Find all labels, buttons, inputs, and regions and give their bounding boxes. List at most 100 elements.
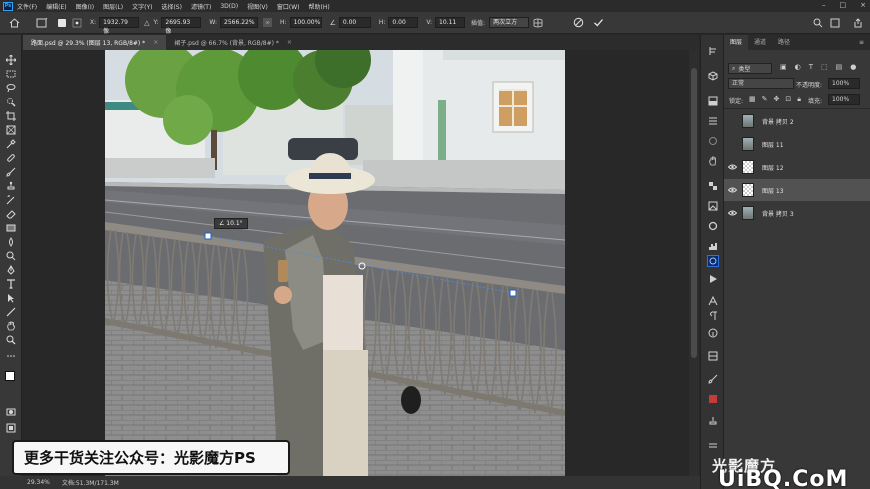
history-panel-icon[interactable]	[707, 45, 719, 57]
move-tool-icon[interactable]	[4, 55, 18, 65]
workspace-icon[interactable]	[830, 18, 840, 28]
tab-close-icon[interactable]: ×	[287, 39, 292, 46]
crop-tool-icon[interactable]	[4, 111, 18, 121]
document-image[interactable]	[23, 50, 689, 476]
clone-stamp-tool-icon[interactable]	[4, 181, 18, 191]
tab-paths[interactable]: 路径	[772, 35, 796, 50]
healing-brush-tool-icon[interactable]	[4, 153, 18, 163]
lock-artboard-icon[interactable]: ⊡	[785, 95, 791, 104]
maximize-icon[interactable]: □	[840, 1, 847, 9]
quick-mask-icon[interactable]	[4, 407, 18, 417]
layer-name[interactable]: 背景 拷贝 2	[762, 117, 794, 126]
lock-transparent-icon[interactable]: ▦	[749, 95, 756, 104]
menu-3d[interactable]: 3D(D)	[220, 3, 238, 10]
marquee-tool-icon[interactable]	[4, 69, 18, 79]
info-panel-icon[interactable]	[707, 327, 719, 339]
eye-icon[interactable]	[724, 179, 740, 201]
menu-type[interactable]: 文字(Y)	[132, 2, 152, 11]
eraser-tool-icon[interactable]	[4, 209, 18, 219]
tab-close-icon[interactable]: ×	[153, 39, 158, 46]
lasso-tool-icon[interactable]	[4, 83, 18, 93]
share-icon[interactable]	[853, 18, 863, 28]
tab-skirt-psd[interactable]: 裙子.psd @ 66.7% (背景, RGB/8#) * ×	[166, 35, 300, 50]
filter-smart-icon[interactable]: ▤	[836, 63, 843, 71]
layer-filter-select[interactable]: ⌕ 类型	[728, 63, 772, 74]
canvas-area[interactable]: ∠ 10.1°	[23, 50, 689, 476]
layer-visibility-toggle[interactable]	[724, 110, 740, 132]
home-icon[interactable]	[9, 17, 20, 28]
filter-shape-icon[interactable]: ⬚	[821, 63, 828, 71]
libraries-panel-icon[interactable]	[707, 255, 719, 267]
menu-filter[interactable]: 滤镜(T)	[191, 2, 211, 11]
hand-panel-icon[interactable]	[707, 155, 719, 167]
link-icon[interactable]: ∞	[263, 18, 273, 27]
fill-field[interactable]: 100%	[828, 94, 860, 105]
filter-pixel-icon[interactable]: ▣	[780, 63, 787, 71]
menu-window[interactable]: 窗口(W)	[277, 2, 300, 11]
search-icon[interactable]	[813, 18, 823, 28]
quick-select-tool-icon[interactable]	[4, 97, 18, 107]
eye-icon[interactable]	[724, 156, 740, 178]
blend-mode-select[interactable]: 正常	[728, 78, 794, 89]
tab-channels[interactable]: 通道	[748, 35, 772, 50]
layer-row[interactable]: 背景 拷贝 2	[724, 110, 870, 132]
adjustments-panel-icon[interactable]	[707, 95, 719, 107]
brush-settings-icon[interactable]	[707, 135, 719, 147]
vskew-field[interactable]: 10.11	[435, 17, 466, 28]
hskew-field[interactable]: 0.00	[388, 17, 419, 28]
timeline-panel-icon[interactable]	[707, 440, 719, 452]
glyphs-panel-icon[interactable]	[707, 350, 719, 362]
opacity-field[interactable]: 100%	[828, 78, 860, 89]
minimize-icon[interactable]: –	[822, 1, 826, 9]
lock-image-icon[interactable]: ✎	[762, 95, 768, 104]
gradient-tool-icon[interactable]	[4, 223, 18, 233]
styles-panel-icon[interactable]	[707, 393, 719, 405]
layer-name[interactable]: 背景 拷贝 3	[762, 209, 794, 218]
layer-name[interactable]: 图层 12	[762, 163, 784, 172]
menu-image[interactable]: 图像(I)	[76, 2, 94, 11]
layer-row[interactable]: 图层 11	[724, 133, 870, 155]
reference-point-grid-icon[interactable]	[72, 18, 82, 28]
zoom-level[interactable]: 29.34%	[27, 479, 50, 486]
eye-icon[interactable]	[724, 202, 740, 224]
lock-position-icon[interactable]: ✥	[774, 95, 780, 104]
x-field[interactable]: 1932.79 像	[99, 17, 140, 35]
frame-tool-icon[interactable]	[4, 125, 18, 135]
reference-point-checkbox[interactable]	[58, 18, 66, 27]
dodge-tool-icon[interactable]	[4, 251, 18, 261]
layer-row[interactable]: 背景 拷贝 3	[724, 202, 870, 224]
tab-layers[interactable]: 图层	[724, 35, 749, 50]
navigator-panel-icon[interactable]	[707, 200, 719, 212]
menu-select[interactable]: 选择(S)	[161, 2, 182, 11]
color-panel-icon[interactable]	[707, 220, 719, 232]
layer-row[interactable]: 图层 13	[724, 179, 870, 201]
character-panel-icon[interactable]	[707, 295, 719, 307]
commit-transform-icon[interactable]	[593, 17, 604, 28]
menu-edit[interactable]: 编辑(E)	[46, 2, 66, 11]
layer-visibility-toggle[interactable]	[724, 133, 740, 155]
swatches-panel-icon[interactable]	[707, 180, 719, 192]
properties-panel-icon[interactable]	[707, 115, 719, 127]
filter-type-icon[interactable]: T	[809, 63, 813, 71]
menu-help[interactable]: 帮助(H)	[309, 2, 330, 11]
menu-view[interactable]: 视图(V)	[247, 2, 268, 11]
layer-name[interactable]: 图层 13	[762, 186, 784, 195]
hand-tool-icon[interactable]	[4, 321, 18, 331]
height-field[interactable]: 100.00%	[289, 17, 322, 28]
lock-all-icon[interactable]: 🔒︎	[797, 95, 801, 104]
pen-tool-icon[interactable]	[4, 265, 18, 275]
rotation-field[interactable]: 0.00	[338, 17, 371, 28]
rectangle-tool-icon[interactable]	[4, 307, 18, 317]
y-field[interactable]: 2695.93 像	[161, 17, 202, 35]
layer-row[interactable]: 图层 12	[724, 156, 870, 178]
cancel-transform-icon[interactable]	[573, 17, 584, 28]
filter-toggle-icon[interactable]: ●	[850, 63, 856, 71]
foreground-color-swatch[interactable]	[5, 371, 15, 381]
transform-tool-icon[interactable]	[36, 17, 48, 28]
path-selection-tool-icon[interactable]	[4, 293, 18, 303]
clone-source-panel-icon[interactable]	[707, 415, 719, 427]
3d-panel-icon[interactable]	[707, 70, 719, 82]
eyedropper-tool-icon[interactable]	[4, 139, 18, 149]
histogram-panel-icon[interactable]	[707, 240, 719, 252]
canvas-vertical-scrollbar[interactable]	[689, 50, 699, 476]
